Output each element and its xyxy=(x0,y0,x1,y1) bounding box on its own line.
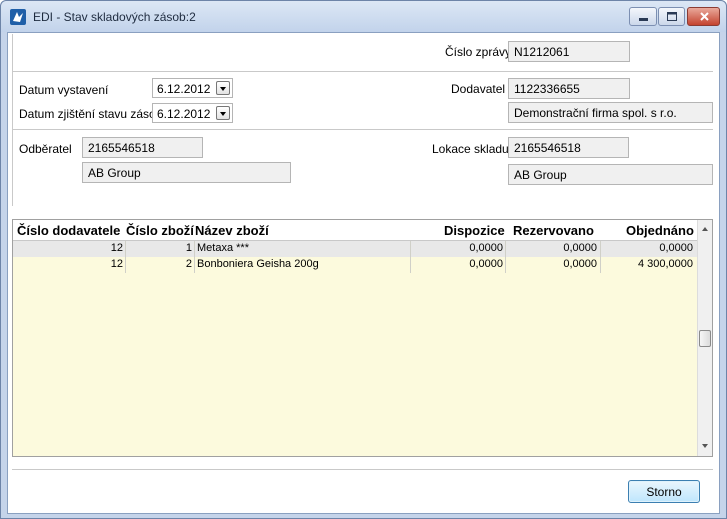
column-divider xyxy=(505,241,506,273)
lokace-skladu-code-field[interactable]: 2165546518 xyxy=(508,137,629,158)
scroll-up-icon[interactable] xyxy=(702,227,708,231)
minimize-button[interactable] xyxy=(629,7,657,26)
window-title: EDI - Stav skladových zásob:2 xyxy=(33,10,196,24)
left-border-line xyxy=(12,34,13,206)
datum-zjisteni-label: Datum zjištění stavu zásob xyxy=(19,107,163,121)
chevron-down-icon[interactable] xyxy=(216,106,230,120)
cislo-zpravy-label: Číslo zprávy xyxy=(445,45,512,59)
table-cell: 0,0000 xyxy=(563,258,597,270)
column-header[interactable]: Název zboží xyxy=(195,223,269,238)
storno-button[interactable]: Storno xyxy=(628,480,700,503)
odberatel-name-field[interactable]: AB Group xyxy=(82,162,291,183)
maximize-icon xyxy=(667,12,677,21)
maximize-button[interactable] xyxy=(658,7,685,26)
dodavatel-name-field[interactable]: Demonstrační firma spol. s r.o. xyxy=(508,102,713,123)
column-header[interactable]: Objednáno xyxy=(626,223,694,238)
table-header: Číslo dodavatele Číslo zboží Název zboží… xyxy=(13,220,697,241)
table-cell: 0,0000 xyxy=(563,242,597,254)
app-logo-icon xyxy=(10,9,26,25)
dodavatel-label: Dodavatel xyxy=(451,82,506,96)
stock-table[interactable]: Číslo dodavatele Číslo zboží Název zboží… xyxy=(12,219,713,457)
divider-middle xyxy=(12,129,713,130)
table-cell: Bonboniera Geisha 200g xyxy=(197,258,319,270)
column-header[interactable]: Číslo zboží xyxy=(126,223,194,238)
table-cell: 4 300,0000 xyxy=(637,258,693,270)
datum-zjisteni-value: 6.12.2012 xyxy=(157,107,211,121)
column-header[interactable]: Dispozice xyxy=(444,223,505,238)
datum-vystaveni-picker[interactable]: 6.12.2012 xyxy=(152,78,233,98)
table-cell: 0,0000 xyxy=(469,242,503,254)
table-row[interactable]: 12 1 Metaxa *** 0,0000 0,0000 0,0000 xyxy=(13,241,697,257)
scrollbar-thumb[interactable] xyxy=(699,330,711,347)
close-icon xyxy=(700,12,709,21)
odberatel-label: Odběratel xyxy=(19,142,72,156)
minimize-icon xyxy=(639,18,648,21)
odberatel-code-field[interactable]: 2165546518 xyxy=(82,137,203,158)
divider-top xyxy=(12,71,713,72)
cislo-zpravy-field[interactable]: N1212061 xyxy=(508,41,630,62)
scroll-down-icon[interactable] xyxy=(702,444,708,448)
column-header[interactable]: Číslo dodavatele xyxy=(17,223,120,238)
datum-vystaveni-value: 6.12.2012 xyxy=(157,82,211,96)
datum-vystaveni-label: Datum vystavení xyxy=(19,83,109,97)
column-divider xyxy=(600,241,601,273)
table-cell: Metaxa *** xyxy=(197,242,249,254)
column-divider xyxy=(125,241,126,273)
table-cell: 0,0000 xyxy=(659,242,693,254)
datum-zjisteni-picker[interactable]: 6.12.2012 xyxy=(152,103,233,123)
table-cell: 12 xyxy=(110,258,123,270)
divider-bottom xyxy=(12,469,713,470)
title-bar[interactable]: EDI - Stav skladových zásob:2 xyxy=(1,1,726,32)
dodavatel-code-field[interactable]: 1122336655 xyxy=(508,78,630,99)
table-cell: 0,0000 xyxy=(469,258,503,270)
column-divider xyxy=(194,241,195,273)
table-vertical-scrollbar[interactable] xyxy=(697,220,712,456)
column-header[interactable]: Rezervovano xyxy=(513,223,594,238)
close-button[interactable] xyxy=(687,7,720,26)
lokace-skladu-label: Lokace skladu xyxy=(432,142,509,156)
lokace-skladu-name-field[interactable]: AB Group xyxy=(508,164,713,185)
table-cell: 1 xyxy=(185,242,192,254)
column-divider xyxy=(410,241,411,273)
chevron-down-icon[interactable] xyxy=(216,81,230,95)
table-cell: 12 xyxy=(110,242,123,254)
table-row[interactable]: 12 2 Bonboniera Geisha 200g 0,0000 0,000… xyxy=(13,257,697,273)
table-cell: 2 xyxy=(185,258,192,270)
